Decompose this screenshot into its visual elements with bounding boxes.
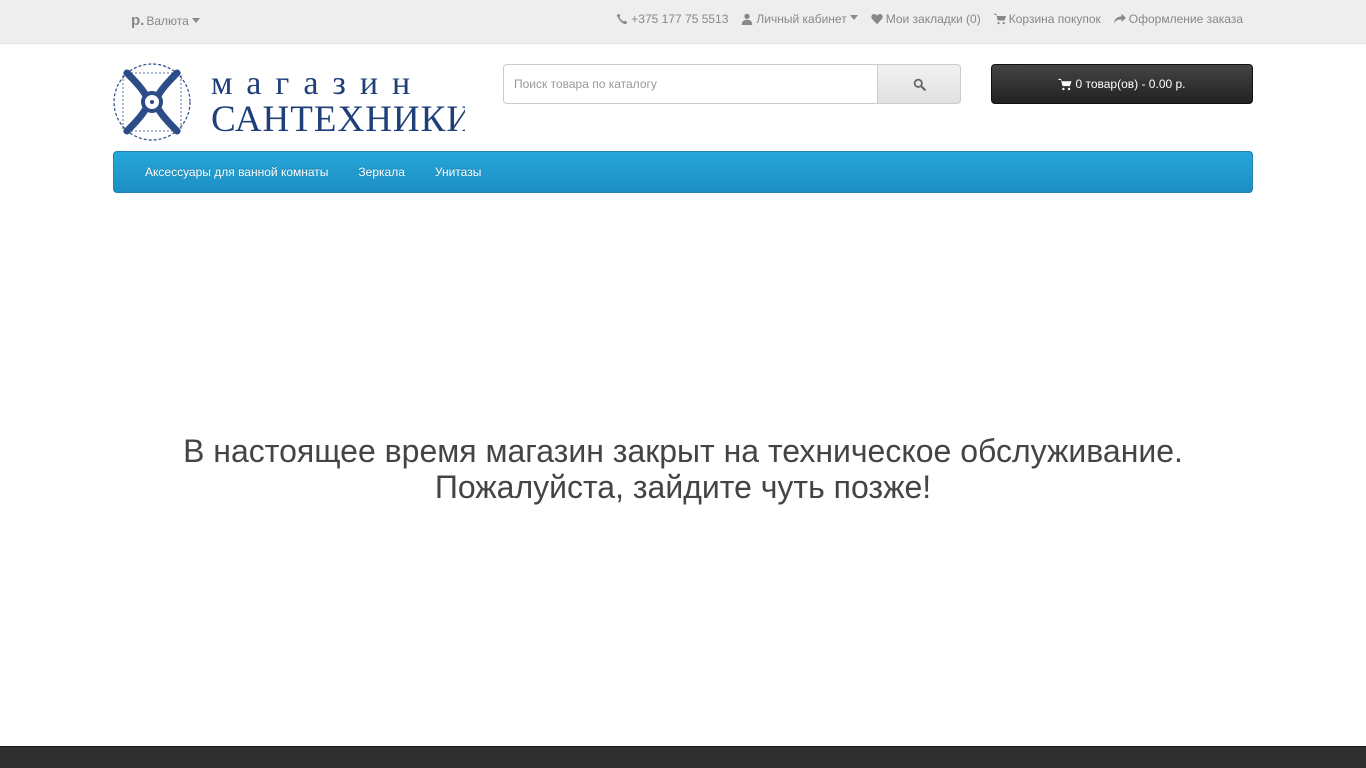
caret-down-icon (191, 18, 200, 23)
currency-label: Валюта (146, 14, 189, 28)
account-label: Личный кабинет (756, 12, 847, 26)
logo-graphic: магазин САНТЕХНИКИ (113, 63, 473, 141)
cart-label: Корзина покупок (1008, 12, 1101, 26)
top-bar: р. Валюта +375 177 75 5513 Личный кабине… (0, 0, 1366, 44)
checkout-label: Оформление заказа (1128, 12, 1243, 26)
share-icon (1113, 13, 1126, 24)
maintenance-line1: В настоящее время магазин закрыт на техн… (183, 433, 1183, 469)
phone-icon (617, 13, 628, 25)
maintenance-line2: Пожалуйста, зайдите чуть позже! (434, 469, 932, 505)
checkout-link[interactable]: Оформление заказа (1113, 12, 1243, 26)
shopping-cart-icon (1058, 78, 1072, 90)
maintenance-message: В настоящее время магазин закрыт на техн… (0, 433, 1366, 505)
logo-line2: САНТЕХНИКИ (211, 99, 465, 140)
menu-item-bathroom-accessories[interactable]: Аксессуары для ванной комнаты (130, 165, 343, 179)
top-links: +375 177 75 5513 Личный кабинет Мои закл… (616, 12, 1243, 26)
heart-icon (870, 13, 883, 25)
cart-button[interactable]: 0 товар(ов) - 0.00 р. (991, 64, 1253, 104)
logo-line1: магазин (211, 65, 424, 102)
search-button[interactable] (877, 64, 961, 104)
wishlist-link[interactable]: Мои закладки (0) (870, 12, 981, 26)
phone-link[interactable]: +375 177 75 5513 (616, 12, 728, 26)
currency-symbol: р. (131, 12, 145, 29)
footer (0, 746, 1366, 768)
shopping-cart-icon (993, 13, 1006, 25)
cart-summary: 0 товар(ов) - 0.00 р. (1075, 77, 1186, 91)
search-icon (913, 78, 926, 91)
search-bar (503, 64, 961, 104)
currency-dropdown[interactable]: р. Валюта (131, 12, 200, 29)
cart-link[interactable]: Корзина покупок (993, 12, 1101, 26)
account-dropdown[interactable]: Личный кабинет (741, 12, 858, 26)
wishlist-label: Мои закладки (0) (885, 12, 981, 26)
menu-item-toilets[interactable]: Унитазы (420, 165, 496, 179)
user-icon (742, 13, 753, 25)
search-input[interactable] (503, 64, 877, 104)
phone-number: +375 177 75 5513 (631, 12, 729, 26)
caret-down-icon (849, 14, 858, 20)
store-logo[interactable]: магазин САНТЕХНИКИ (113, 63, 473, 143)
menu-item-mirrors[interactable]: Зеркала (343, 165, 419, 179)
category-menu: Аксессуары для ванной комнаты Зеркала Ун… (113, 151, 1253, 193)
